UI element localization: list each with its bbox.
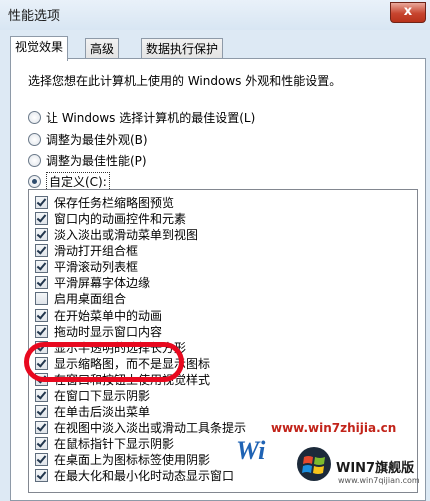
radio-label: 调整为最佳性能(P) [46,154,147,168]
checkbox[interactable] [35,420,48,434]
checkbox[interactable] [35,308,48,322]
brand-logo-text: WIN7旗舰版 [336,461,415,476]
radio-let-windows-choose[interactable]: 让 Windows 选择计算机的最佳设置(L) [28,109,255,126]
list-item-label: 淡入淡出或滑动菜单到视图 [54,227,199,242]
list-item[interactable]: 平滑滚动列表框 [29,258,138,274]
watermark-logo-text: Wi [236,436,266,465]
list-item-label: 在窗口和按钮上使用视觉样式 [54,372,211,387]
checkbox[interactable] [35,404,48,418]
tab-label: 高级 [90,42,115,56]
list-item[interactable]: 滑动打开组合框 [29,242,138,258]
radio-button-selected[interactable] [28,175,41,188]
checkbox[interactable] [35,388,48,402]
list-item-label: 启用桌面组合 [54,291,127,306]
radio-button[interactable] [28,133,41,146]
list-item-enable-desktop-composition[interactable]: 启用桌面组合 [29,290,126,306]
window-title: 性能选项 [8,9,61,24]
list-item[interactable]: 显示半透明的选择长方形 [29,339,186,355]
list-item-label: 拖动时显示窗口内容 [54,324,163,339]
list-item[interactable]: 在窗口和按钮上使用视觉样式 [29,371,210,387]
list-item-label: 在最大化和最小化时动态显示窗口 [54,468,235,483]
list-item[interactable]: 窗口内的动画控件和元素 [29,210,186,226]
list-item[interactable]: 平滑屏幕字体边缘 [29,274,150,290]
list-item[interactable]: 在视图中淡入淡出或滑动工具条提示 [29,419,246,435]
effects-list[interactable]: 保存任务栏缩略图预览 窗口内的动画控件和元素 淡入淡出或滑动菜单到视图 滑动打开… [28,189,418,493]
description-text: 选择您想在此计算机上使用的 Windows 外观和性能设置。 [28,74,342,88]
radio-label: 让 Windows 选择计算机的最佳设置(L) [46,111,256,125]
checkbox[interactable] [35,324,48,338]
watermark-url: www.win7zhijia.cn [271,421,397,435]
checkbox[interactable] [35,211,48,225]
list-item[interactable]: 在最大化和最小化时动态显示窗口 [29,467,234,483]
list-item-label: 在开始菜单中的动画 [54,308,163,323]
list-item-label: 平滑滚动列表框 [54,259,139,274]
list-item[interactable]: 拖动时显示窗口内容 [29,323,162,339]
list-item[interactable]: 在单击后淡出菜单 [29,403,150,419]
close-icon: x [403,4,413,19]
list-item-label: 显示缩略图，而不是显示图标 [54,356,211,371]
list-item-label: 在视图中淡入淡出或滑动工具条提示 [54,420,247,435]
checkbox[interactable] [35,340,48,354]
list-item[interactable]: 在开始菜单中的动画 [29,307,162,323]
checkbox[interactable] [35,227,48,241]
list-item[interactable]: 淡入淡出或滑动菜单到视图 [29,226,198,242]
tab-visual-effects[interactable]: 视觉效果 [10,36,69,61]
list-item-label: 显示半透明的选择长方形 [54,340,187,355]
checkbox[interactable] [35,275,48,289]
radio-custom[interactable]: 自定义(C): [28,172,110,191]
list-item-label: 在窗口下显示阴影 [54,388,151,403]
tab-data-execution-prevention[interactable]: 数据执行保护 [141,38,224,59]
close-button[interactable]: x [390,2,426,23]
tab-label: 数据执行保护 [146,42,219,56]
checkbox[interactable] [35,195,48,209]
radio-label: 调整为最佳外观(B) [46,133,148,147]
title-bar: 性能选项 x [0,0,430,30]
radio-best-performance[interactable]: 调整为最佳性能(P) [28,152,147,169]
checkbox[interactable] [35,452,48,466]
list-item-label: 滑动打开组合框 [54,243,139,258]
checkbox[interactable] [35,243,48,257]
tab-advanced[interactable]: 高级 [85,38,120,59]
list-item-label: 在桌面上为图标标签使用阴影 [54,452,211,467]
checkbox[interactable] [35,259,48,273]
list-item-label: 窗口内的动画控件和元素 [54,211,187,226]
checkbox[interactable] [35,356,48,370]
checkbox[interactable] [35,291,48,305]
radio-button[interactable] [28,111,41,124]
list-item-label: 在鼠标指针下显示阴影 [54,436,175,451]
list-item-label: 保存任务栏缩略图预览 [54,195,175,210]
radio-best-appearance[interactable]: 调整为最佳外观(B) [28,131,148,148]
list-item[interactable]: 在桌面上为图标标签使用阴影 [29,451,210,467]
checkbox[interactable] [35,372,48,386]
tab-label: 视觉效果 [15,40,64,54]
list-item[interactable]: 在鼠标指针下显示阴影 [29,435,174,451]
radio-button[interactable] [28,154,41,167]
checkbox[interactable] [35,468,48,482]
list-item[interactable]: 显示缩略图，而不是显示图标 [29,355,210,371]
list-item-label: 在单击后淡出菜单 [54,404,151,419]
list-item-label: 平滑屏幕字体边缘 [54,275,151,290]
brand-logo-url: www.win7qijian.com [338,476,420,485]
windows-flag-icon [297,447,331,481]
list-item[interactable]: 保存任务栏缩略图预览 [29,194,174,210]
list-item[interactable]: 在窗口下显示阴影 [29,387,150,403]
checkbox[interactable] [35,436,48,450]
